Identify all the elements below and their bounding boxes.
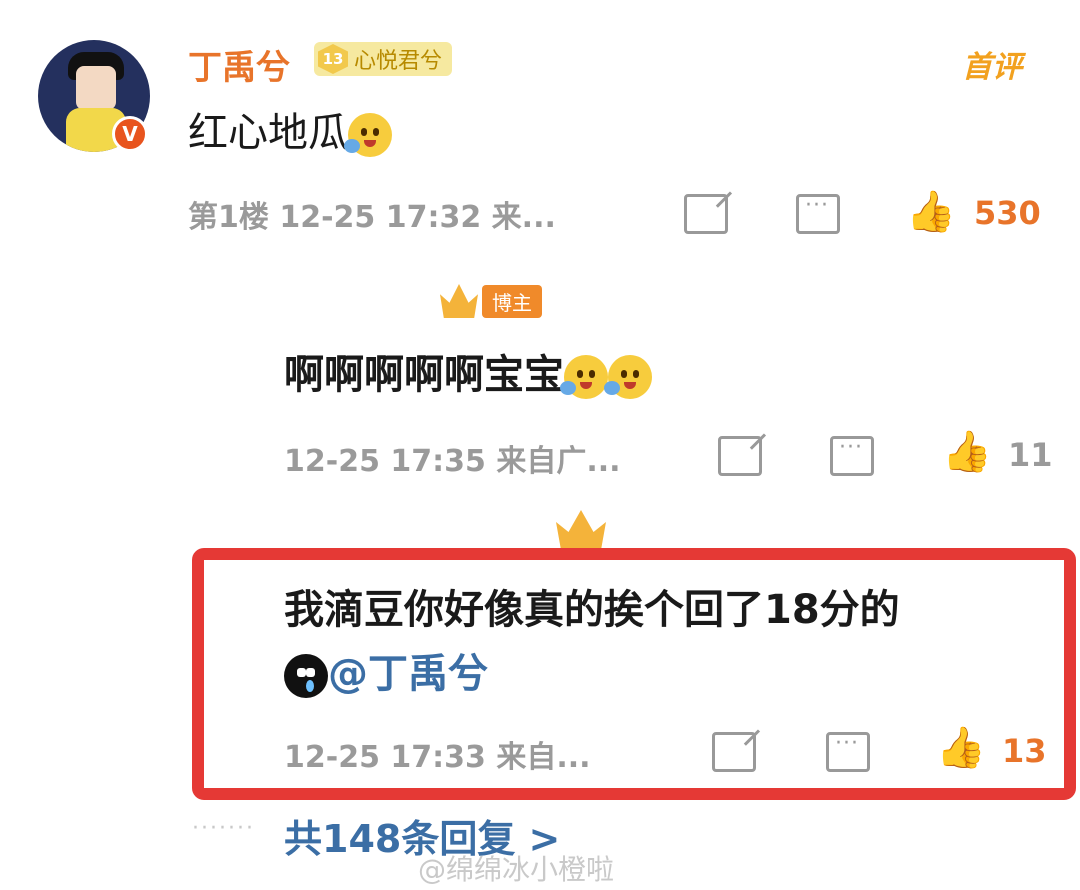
like-icon[interactable]: 👍 — [936, 728, 986, 768]
verified-icon: V — [112, 116, 148, 152]
comment-icon[interactable] — [796, 193, 840, 234]
source: 来... — [491, 200, 556, 235]
like-icon[interactable]: 👍 — [942, 432, 992, 472]
like-count: 530 — [974, 194, 1041, 232]
like-icon[interactable]: 👍 — [906, 192, 956, 232]
reply-text: 我滴豆你好像真的挨个回了18分的 @丁禹兮 — [284, 587, 900, 698]
crown-icon — [556, 510, 606, 550]
reply-meta: 12-25 17:33 来自... — [284, 732, 591, 776]
source: 来自... — [496, 740, 591, 775]
host-label: 博主 — [482, 284, 542, 318]
like-count: 11 — [1008, 436, 1053, 474]
watermark: @绵绵冰小橙啦 — [418, 853, 615, 886]
reply-text: 啊啊啊啊啊宝宝 — [284, 342, 652, 400]
username[interactable]: 丁禹兮 — [188, 40, 290, 89]
comment-meta: 第1楼 12-25 17:32 来... — [188, 192, 556, 236]
emoji-icon — [560, 355, 608, 399]
comment-text: 红心地瓜 — [188, 100, 392, 158]
share-icon[interactable] — [712, 732, 756, 772]
fan-badge[interactable]: 13 心悦君兮 — [314, 42, 453, 76]
timestamp: 12-25 17:32 — [279, 200, 482, 235]
floor-label: 第1楼 — [188, 200, 269, 235]
reply-meta: 12-25 17:35 来自广... — [284, 436, 621, 480]
fan-badge-name: 心悦君兮 — [354, 49, 443, 74]
timestamp: 12-25 17:33 — [284, 740, 486, 775]
mention-link[interactable]: @丁禹兮 — [328, 651, 488, 697]
comment-icon[interactable] — [826, 731, 870, 772]
emoji-icon — [344, 113, 392, 157]
emoji-icon — [284, 654, 328, 698]
host-badge: 博主 — [440, 284, 542, 318]
emoji-icon — [604, 355, 652, 399]
fan-level-icon: 13 — [318, 44, 348, 74]
timestamp: 12-25 17:35 — [284, 444, 486, 479]
thread-dots: ······· — [192, 816, 255, 841]
first-comment-tag: 首评 — [962, 50, 1022, 85]
crown-icon — [440, 284, 478, 318]
source: 来自广... — [496, 444, 621, 479]
comment-icon[interactable] — [830, 435, 874, 476]
like-count: 13 — [1002, 732, 1047, 770]
share-icon[interactable] — [718, 436, 762, 476]
share-icon[interactable] — [684, 194, 728, 234]
